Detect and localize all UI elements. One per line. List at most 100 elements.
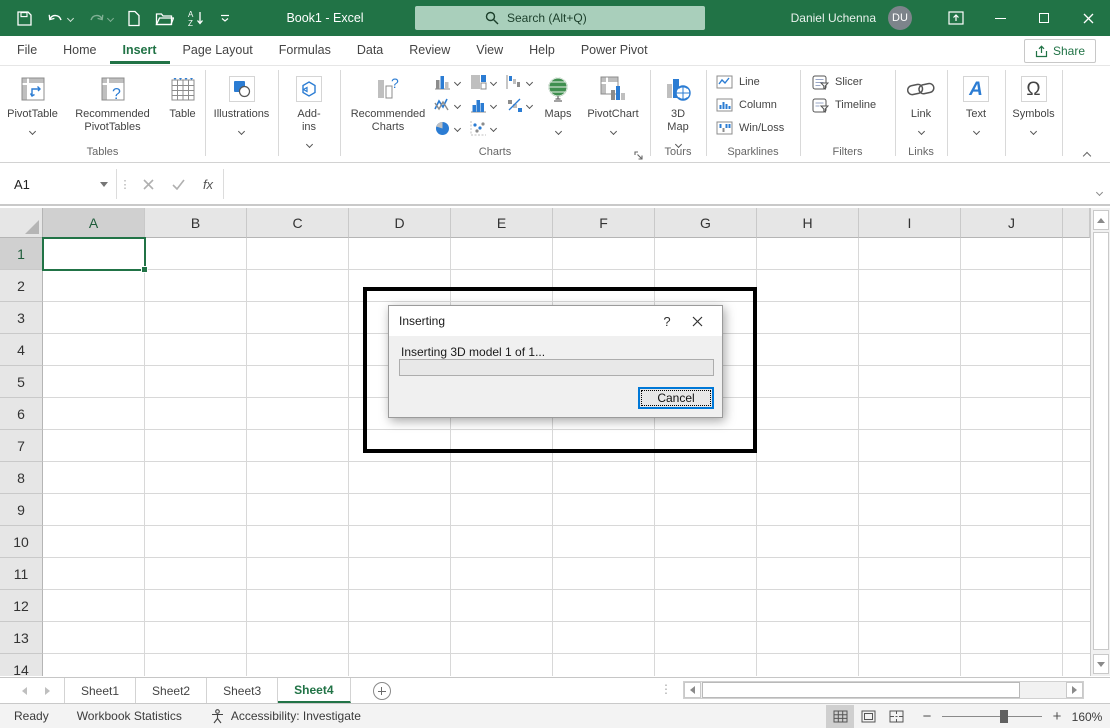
sheet-nav-right-button[interactable] [45,687,50,695]
sheet-tab-sheet2[interactable]: Sheet2 [136,678,207,703]
column-header-i[interactable]: I [859,208,961,238]
dialog-title-bar[interactable]: Inserting ? [389,306,722,336]
row-header-12[interactable]: 12 [0,590,43,622]
row-header-6[interactable]: 6 [0,398,43,430]
scroll-up-button[interactable] [1093,210,1109,230]
row-header-8[interactable]: 8 [0,462,43,494]
zoom-slider-handle[interactable] [1000,710,1008,723]
table-button[interactable]: Table [162,66,204,121]
column-header-c[interactable]: C [247,208,349,238]
insert-hierarchy-chart-button[interactable] [470,71,496,93]
formula-bar-expand-button[interactable] [1097,182,1102,200]
recommended-charts-button[interactable]: ? Recommended Charts [344,66,432,134]
page-layout-view-button[interactable] [854,705,882,728]
vertical-scrollbar[interactable] [1090,208,1110,676]
row-header-14[interactable]: 14 [0,654,43,676]
normal-view-button[interactable] [826,705,854,728]
collapse-ribbon-button[interactable] [1084,146,1098,158]
insert-line-chart-button[interactable] [434,94,460,116]
pivotchart-button[interactable]: PivotChart [580,66,646,138]
row-header-9[interactable]: 9 [0,494,43,526]
tab-home[interactable]: Home [50,37,109,64]
column-header-h[interactable]: H [757,208,859,238]
enter-entry-button[interactable] [163,170,193,198]
text-button[interactable]: A Text [951,66,1001,138]
sparkline-line-button[interactable]: Line [716,72,760,92]
sparkline-winloss-button[interactable]: Win/Loss [716,118,784,138]
slicer-button[interactable]: Slicer [812,72,863,92]
insert-pie-chart-button[interactable] [434,117,460,139]
tab-page-layout[interactable]: Page Layout [170,37,266,64]
recommended-pivottables-button[interactable]: ? Recommended PivotTables [64,66,162,134]
dialog-help-button[interactable]: ? [652,310,682,332]
row-header-4[interactable]: 4 [0,334,43,366]
avatar[interactable]: DU [888,6,912,30]
minimize-button[interactable] [978,0,1022,36]
scroll-down-button[interactable] [1093,654,1109,674]
formula-input[interactable] [232,169,1086,199]
insert-combo-chart-button[interactable] [506,94,532,116]
insert-waterfall-chart-button[interactable] [506,71,532,93]
scroll-right-button[interactable] [1066,682,1083,698]
new-file-button[interactable] [127,10,141,27]
maximize-button[interactable] [1022,0,1066,36]
row-header-7[interactable]: 7 [0,430,43,462]
insert-scatter-chart-button[interactable] [470,117,496,139]
tab-data[interactable]: Data [344,37,396,64]
column-header-f[interactable]: F [553,208,655,238]
open-button[interactable] [155,11,174,26]
column-header-b[interactable]: B [145,208,247,238]
select-all-corner[interactable] [0,208,43,238]
vertical-scrollbar-thumb[interactable] [1093,232,1109,650]
pivottable-button[interactable]: PivotTable [2,66,64,138]
tab-formulas[interactable]: Formulas [266,37,344,64]
sheet-tab-sheet1[interactable]: Sheet1 [64,678,136,703]
cancel-button[interactable]: Cancel [638,387,714,409]
save-button[interactable] [16,10,33,27]
column-header-j[interactable]: J [961,208,1063,238]
column-header-a[interactable]: A [43,208,145,238]
add-ins-button[interactable]: Add-ins [286,66,332,151]
search-box[interactable]: Search (Alt+Q) [415,6,705,30]
close-button[interactable] [1066,0,1110,36]
page-break-preview-button[interactable] [882,705,910,728]
timeline-button[interactable]: Timeline [812,95,876,115]
sparkline-column-button[interactable]: Column [716,95,777,115]
insert-statistic-chart-button[interactable] [470,94,496,116]
row-header-10[interactable]: 10 [0,526,43,558]
column-header-d[interactable]: D [349,208,451,238]
row-header-3[interactable]: 3 [0,302,43,334]
share-button[interactable]: Share [1024,39,1096,63]
row-header-13[interactable]: 13 [0,622,43,654]
row-header-2[interactable]: 2 [0,270,43,302]
ribbon-display-options-button[interactable] [934,0,978,36]
maps-button[interactable]: Maps [536,66,580,138]
tab-view[interactable]: View [463,37,516,64]
symbols-button[interactable]: Ω Symbols [1006,66,1062,138]
name-box-dropdown-icon[interactable] [100,182,108,187]
link-button[interactable]: Link [897,66,945,138]
row-header-1[interactable]: 1 [0,238,43,270]
tab-insert[interactable]: Insert [110,37,170,64]
tab-power-pivot[interactable]: Power Pivot [568,37,661,64]
map-3d-button[interactable]: 3D Map [652,66,704,151]
redo-button[interactable] [87,11,113,26]
horizontal-scrollbar-thumb[interactable] [702,682,1020,698]
accessibility-button[interactable]: Accessibility: Investigate [196,709,375,724]
tab-file[interactable]: File [4,37,50,64]
zoom-slider[interactable] [942,716,1042,717]
horizontal-scrollbar[interactable] [683,681,1084,699]
column-header-partial[interactable] [1063,208,1090,238]
column-header-g[interactable]: G [655,208,757,238]
user-name[interactable]: Daniel Uchenna [791,11,876,25]
new-sheet-button[interactable] [373,682,391,700]
column-header-e[interactable]: E [451,208,553,238]
cancel-entry-button[interactable] [133,170,163,198]
illustrations-button[interactable]: Illustrations [207,66,277,138]
sheet-tab-sheet3[interactable]: Sheet3 [207,678,278,703]
row-header-5[interactable]: 5 [0,366,43,398]
zoom-level[interactable]: 160% [1064,710,1110,724]
fill-handle[interactable] [141,266,148,273]
name-box[interactable]: A1 [6,170,116,198]
zoom-out-button[interactable]: − [920,708,934,725]
